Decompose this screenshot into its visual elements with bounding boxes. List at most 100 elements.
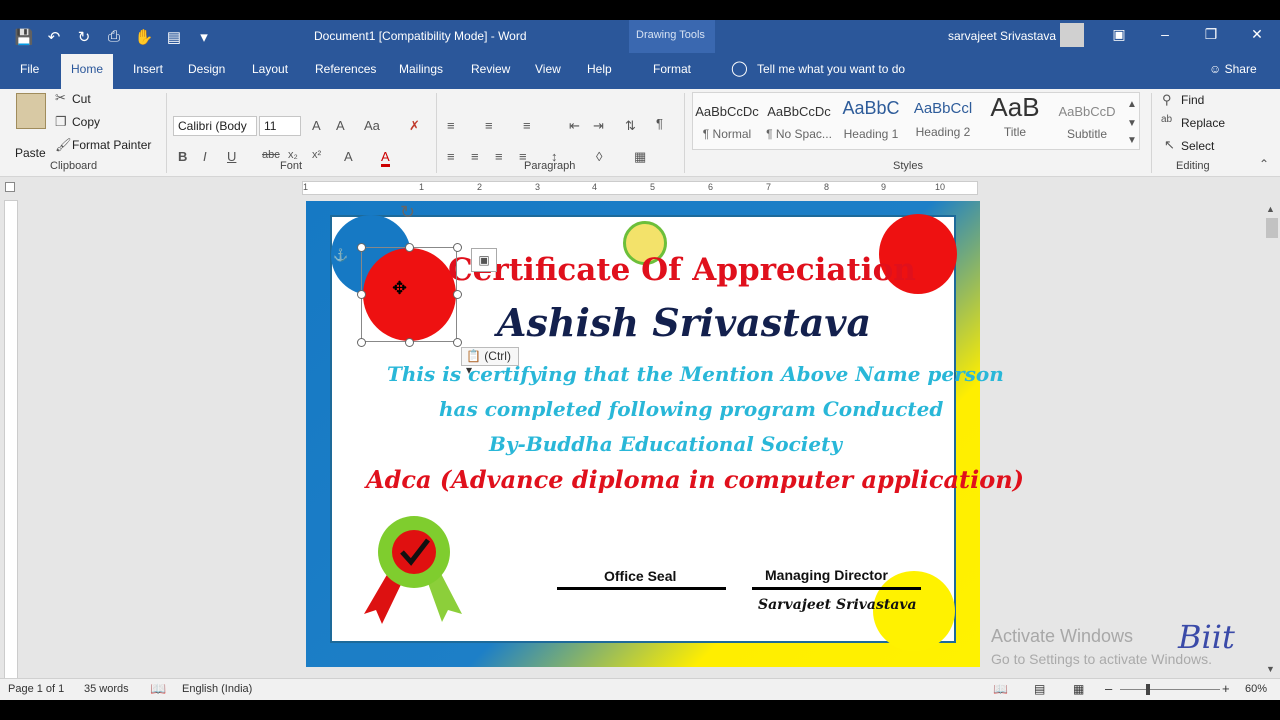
font-color-icon[interactable]: A — [381, 149, 390, 167]
italic-icon[interactable]: I — [203, 149, 207, 164]
resize-handle[interactable] — [357, 338, 366, 347]
style-subtitle[interactable]: AaBbCcD Subtitle — [1052, 94, 1122, 146]
user-name[interactable]: sarvajeet Srivastava — [948, 29, 1056, 43]
align-center-icon[interactable]: ≡ — [471, 149, 479, 164]
paste-options-button[interactable]: 📋 (Ctrl) ▾ — [461, 347, 519, 377]
tab-references[interactable]: References — [315, 62, 376, 76]
tab-help[interactable]: Help — [587, 62, 612, 76]
increase-indent-icon[interactable]: ⇥ — [593, 118, 604, 134]
rotate-handle-icon[interactable]: ↻ — [400, 202, 415, 223]
certificate-text-line[interactable]: By-Buddha Educational Society — [489, 432, 842, 456]
course-name[interactable]: Adca (Advance diploma in computer applic… — [366, 465, 1024, 494]
tab-insert[interactable]: Insert — [133, 62, 163, 76]
style-normal[interactable]: AaBbCcDc ¶ Normal — [692, 94, 762, 146]
print-layout-icon[interactable]: ▤ — [1034, 682, 1045, 696]
font-size-combo[interactable]: 11 — [259, 116, 301, 136]
ribbon-display-icon[interactable]: ▣ — [1109, 26, 1129, 43]
web-layout-icon[interactable]: ▦ — [1073, 682, 1084, 696]
grow-font-icon[interactable]: A — [312, 118, 321, 133]
paste-button[interactable]: Paste — [15, 146, 46, 160]
office-seal-label[interactable]: Office Seal — [604, 568, 676, 584]
bullets-icon[interactable]: ≡ — [447, 118, 455, 133]
read-mode-icon[interactable]: 📖 — [993, 682, 1008, 696]
bold-icon[interactable]: B — [178, 149, 187, 164]
customize-qat-icon[interactable]: ▾ — [192, 25, 216, 49]
resize-handle[interactable] — [405, 243, 414, 252]
language-indicator[interactable]: English (India) — [182, 683, 252, 695]
tab-format[interactable]: Format — [653, 62, 691, 76]
zoom-level[interactable]: 60% — [1245, 683, 1267, 695]
underline-icon[interactable]: U — [227, 149, 236, 164]
print-preview-icon[interactable]: ⎙ — [102, 25, 126, 49]
layout-options-icon[interactable]: ▣ — [471, 248, 497, 272]
cut-button[interactable]: Cut — [72, 92, 91, 106]
close-icon[interactable]: ✕ — [1247, 26, 1267, 43]
style-title[interactable]: AaB Title — [980, 92, 1050, 146]
style-heading-1[interactable]: AaBbC Heading 1 — [836, 94, 906, 146]
share-button[interactable]: ☺ Share — [1209, 62, 1257, 76]
save-icon[interactable]: 💾 — [12, 25, 36, 49]
select-button[interactable]: Select — [1181, 139, 1214, 153]
zoom-slider[interactable] — [1120, 689, 1220, 690]
shading-icon[interactable]: ◊ — [596, 149, 602, 164]
avatar[interactable] — [1060, 23, 1084, 47]
change-case-icon[interactable]: Aa — [364, 118, 380, 133]
resize-handle[interactable] — [405, 338, 414, 347]
tab-file[interactable]: File — [20, 62, 39, 76]
zoom-slider-thumb[interactable] — [1146, 684, 1150, 695]
managing-director-label[interactable]: Managing Director — [765, 567, 888, 583]
redo-icon[interactable]: ↻ — [72, 25, 96, 49]
resize-handle[interactable] — [357, 290, 366, 299]
restore-icon[interactable]: ❐ — [1201, 26, 1221, 43]
touch-mode-icon[interactable]: ✋ — [132, 25, 156, 49]
show-formatting-icon[interactable]: ¶ — [656, 116, 663, 131]
zoom-out-icon[interactable]: – — [1105, 681, 1112, 696]
numbering-icon[interactable]: ≡ — [485, 118, 493, 133]
signatory-name[interactable]: Sarvajeet Srivastava — [758, 597, 917, 613]
collapse-ribbon-icon[interactable]: ⌃ — [1259, 157, 1269, 171]
shape-selection-box[interactable] — [361, 247, 457, 342]
tab-design[interactable]: Design — [188, 62, 225, 76]
undo-icon[interactable]: ↶ — [42, 25, 66, 49]
resize-handle[interactable] — [453, 243, 462, 252]
sort-icon[interactable]: ⇅ — [625, 118, 636, 134]
scroll-up-icon[interactable]: ▲ — [1266, 204, 1275, 214]
gallery-more-icon[interactable]: ▼ — [1127, 135, 1137, 146]
gallery-down-icon[interactable]: ▼ — [1127, 118, 1137, 129]
recipient-name[interactable]: Ashish Srivastava — [497, 300, 871, 345]
borders-icon[interactable]: ▦ — [634, 149, 646, 165]
tab-review[interactable]: Review — [471, 62, 510, 76]
certificate-title[interactable]: Certificate Of Appreciation — [448, 252, 916, 288]
export-icon[interactable]: ▤ — [162, 25, 186, 49]
vertical-ruler[interactable] — [4, 200, 18, 690]
zoom-in-icon[interactable]: + — [1222, 681, 1230, 696]
shrink-font-icon[interactable]: A — [336, 118, 345, 133]
resize-handle[interactable] — [453, 338, 462, 347]
tell-me-box[interactable]: Tell me what you want to do — [757, 62, 905, 76]
align-left-icon[interactable]: ≡ — [447, 149, 455, 164]
tab-mailings[interactable]: Mailings — [399, 62, 443, 76]
vertical-scrollbar[interactable] — [1264, 181, 1280, 678]
format-painter-button[interactable]: Format Painter — [72, 138, 151, 152]
align-right-icon[interactable]: ≡ — [495, 149, 503, 164]
style-heading-2[interactable]: AaBbCcl Heading 2 — [908, 94, 978, 146]
resize-handle[interactable] — [357, 243, 366, 252]
scrollbar-thumb[interactable] — [1266, 218, 1278, 238]
find-button[interactable]: Find — [1181, 93, 1204, 107]
tab-view[interactable]: View — [535, 62, 561, 76]
horizontal-ruler[interactable]: 1 1 2 3 4 5 6 7 8 9 10 — [302, 181, 978, 195]
gallery-up-icon[interactable]: ▲ — [1127, 99, 1137, 110]
scroll-down-icon[interactable]: ▼ — [1266, 664, 1275, 674]
style-no-spacing[interactable]: AaBbCcDc ¶ No Spac... — [764, 94, 834, 146]
word-count[interactable]: 35 words — [84, 683, 129, 695]
tab-layout[interactable]: Layout — [252, 62, 288, 76]
proofing-icon[interactable]: 📖 — [150, 681, 166, 697]
page-count[interactable]: Page 1 of 1 — [8, 683, 64, 695]
decrease-indent-icon[interactable]: ⇤ — [569, 118, 580, 134]
text-effects-icon[interactable]: A — [344, 149, 353, 164]
tab-selector-icon[interactable] — [5, 182, 15, 192]
multilevel-list-icon[interactable]: ≡ — [523, 118, 531, 133]
strikethrough-icon[interactable]: abc — [262, 149, 280, 161]
certificate-text-line[interactable]: has completed following program Conducte… — [439, 397, 943, 421]
copy-button[interactable]: Copy — [72, 115, 100, 129]
